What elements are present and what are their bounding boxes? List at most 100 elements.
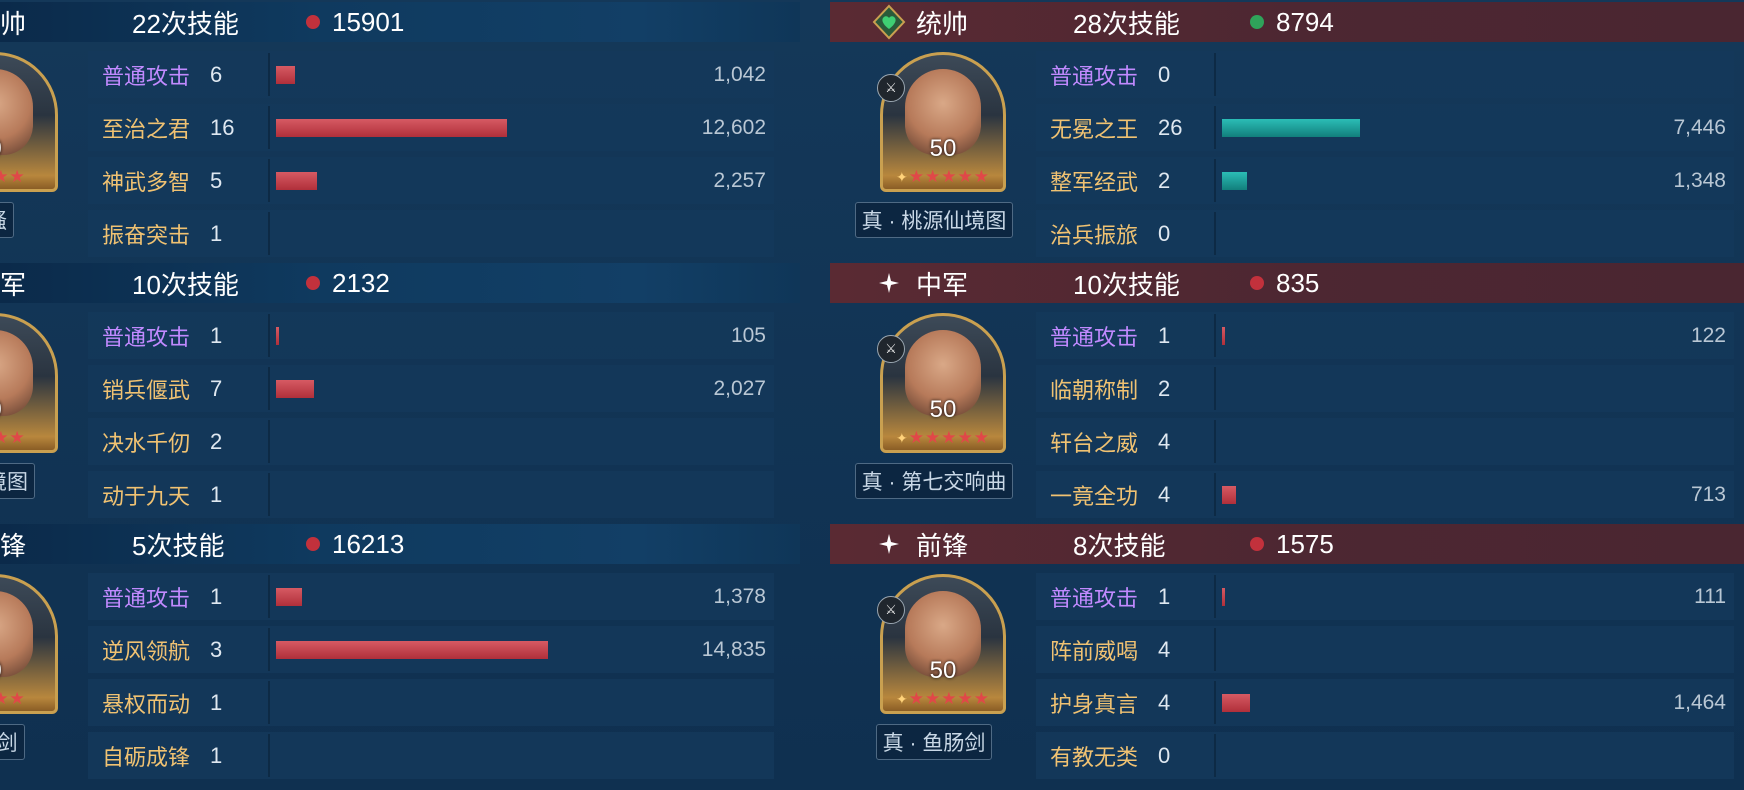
damage-value: 2,257 xyxy=(713,168,766,192)
divider xyxy=(268,473,270,516)
skill-row: 普通攻击 1 111 xyxy=(1036,570,1734,623)
hero-level: 0 xyxy=(0,657,55,685)
skill-row: 逆风领航 3 14,835 xyxy=(88,623,774,676)
divider xyxy=(268,575,270,618)
treasure-name[interactable]: 真 · 桃源仙境图 xyxy=(854,202,1014,238)
skill-name: 一竟全功 xyxy=(1050,483,1139,509)
treasure-name[interactable]: 真 · 鱼肠剑 xyxy=(875,724,993,760)
skill-name: 普通攻击 xyxy=(102,585,191,611)
stars-icon: ★★★★★ xyxy=(908,167,990,186)
star-rating: ✦★★★★★ xyxy=(883,167,1003,187)
skill-name: 整军经武 xyxy=(1050,169,1139,195)
total-damage: 15901 xyxy=(332,6,405,37)
damage-bar xyxy=(1222,486,1236,504)
skill-row: 一竟全功 4 713 xyxy=(1036,468,1734,521)
skill-rows: 普通攻击 1 122 临朝称制 2 轩台之威 4 一竟全功 4 713 xyxy=(1036,309,1734,521)
damage-value: 713 xyxy=(1690,482,1726,506)
divider xyxy=(1214,734,1216,777)
damage-bar xyxy=(1222,119,1360,137)
treasure-name[interactable]: 离骚 xyxy=(0,202,14,238)
treasure-name[interactable]: 真 · 第七交响曲 xyxy=(854,463,1014,499)
skill-name: 振奋突击 xyxy=(102,222,191,248)
section-header: 中军 10次技能 835 xyxy=(830,263,1744,303)
treasure-name[interactable]: 鱼肠剑 xyxy=(0,724,25,760)
damage-bar xyxy=(1222,327,1225,345)
skill-name: 普通攻击 xyxy=(1050,324,1139,350)
hero-portrait[interactable]: 50 ✦★★★★★ xyxy=(880,313,1006,453)
status-dot-icon xyxy=(1250,15,1264,29)
skill-name: 普通攻击 xyxy=(102,63,191,89)
treasure-caption: 真 · 第七交响曲 xyxy=(844,463,1024,499)
divider xyxy=(268,212,270,255)
treasure-name[interactable]: 源仙境图 xyxy=(0,463,35,499)
hero-level: 50 xyxy=(929,135,957,162)
treasure-caption: 真 · 桃源仙境图 xyxy=(844,202,1024,238)
status-dot-icon xyxy=(306,15,320,29)
hero-portrait[interactable]: 0 ✦★★★ xyxy=(0,574,58,714)
skill-row: 轩台之威 4 xyxy=(1036,415,1734,468)
total-damage: 16213 xyxy=(332,528,405,559)
section-header: 统帅 28次技能 8794 xyxy=(830,2,1744,42)
divider xyxy=(268,681,270,724)
skill-rows: 普通攻击 1 105 销兵偃武 7 2,027 决水千仞 2 动于九天 1 xyxy=(88,309,774,521)
status-dot-icon xyxy=(306,537,320,551)
damage-bar xyxy=(276,641,548,659)
skill-row: 有教无类 0 xyxy=(1036,729,1734,782)
skill-count: 1 xyxy=(210,583,223,609)
hero-portrait-column: 50 ✦★★★★★ ⚔ 真 · 第七交响曲 xyxy=(844,313,1024,521)
hero-portrait[interactable]: 0 ✦★★★ xyxy=(0,313,58,453)
skill-count: 4 xyxy=(1158,689,1171,715)
sparkle-icon xyxy=(872,265,906,301)
skill-count: 2 xyxy=(1158,167,1171,193)
hero-portrait[interactable]: 50 ✦★★★★★ xyxy=(880,574,1006,714)
skill-count: 4 xyxy=(1158,428,1171,454)
skill-row: 临朝称制 2 xyxy=(1036,362,1734,415)
skill-count: 1 xyxy=(210,220,223,246)
skill-row: 自砺成锋 1 xyxy=(88,729,774,782)
skill-count: 0 xyxy=(1158,742,1171,768)
treasure-caption: 鱼肠剑 xyxy=(0,724,76,760)
skill-count: 1 xyxy=(210,689,223,715)
skill-count: 5 xyxy=(210,167,223,193)
skill-count: 10次技能 xyxy=(132,269,239,300)
skill-count: 8次技能 xyxy=(1073,530,1166,561)
skill-row: 神武多智 5 2,257 xyxy=(88,154,774,207)
skill-row: 普通攻击 1 105 xyxy=(88,309,774,362)
skill-rows: 普通攻击 6 1,042 至治之君 16 12,602 神武多智 5 2,257 振奋突击 1 xyxy=(88,48,774,260)
skill-count: 1 xyxy=(210,322,223,348)
skill-name: 无冕之王 xyxy=(1050,116,1139,142)
skill-count: 2 xyxy=(1158,375,1171,401)
skill-count: 28次技能 xyxy=(1073,8,1180,39)
skill-name: 普通攻击 xyxy=(1050,585,1139,611)
hero-level: 50 xyxy=(929,657,957,684)
skill-row: 悬权而动 1 xyxy=(88,676,774,729)
rank-emblem-icon: ✦ xyxy=(896,691,909,707)
hero-portrait[interactable]: 0 ✦★★★ xyxy=(0,52,58,192)
skill-name: 临朝称制 xyxy=(1050,377,1139,403)
divider xyxy=(1214,473,1216,516)
divider xyxy=(268,628,270,671)
skill-row: 护身真言 4 1,464 xyxy=(1036,676,1734,729)
damage-bar xyxy=(1222,694,1250,712)
skill-name: 神武多智 xyxy=(102,169,191,195)
damage-value: 14,835 xyxy=(701,637,766,661)
total-damage: 8794 xyxy=(1276,6,1334,37)
role-label: 军 xyxy=(0,269,27,300)
role-label: 中军 xyxy=(916,269,969,300)
divider xyxy=(268,314,270,357)
hero-level: 0 xyxy=(0,135,55,163)
skill-count: 1 xyxy=(1158,583,1171,609)
skill-row: 无冕之王 26 7,446 xyxy=(1036,101,1734,154)
role-label: 前锋 xyxy=(916,530,969,561)
hero-portrait-column: 0 ✦★★★ 源仙境图 xyxy=(0,313,76,521)
skill-count: 1 xyxy=(1158,322,1171,348)
divider xyxy=(268,367,270,410)
skill-name: 决水千仞 xyxy=(102,430,191,456)
skill-row: 普通攻击 1 122 xyxy=(1036,309,1734,362)
skill-name: 普通攻击 xyxy=(1050,63,1139,89)
hero-portrait[interactable]: 50 ✦★★★★★ xyxy=(880,52,1006,192)
damage-bar xyxy=(1222,588,1225,606)
divider xyxy=(1214,106,1216,149)
treasure-caption: 离骚 xyxy=(0,202,76,238)
star-rating: ✦★★★ xyxy=(0,167,55,187)
